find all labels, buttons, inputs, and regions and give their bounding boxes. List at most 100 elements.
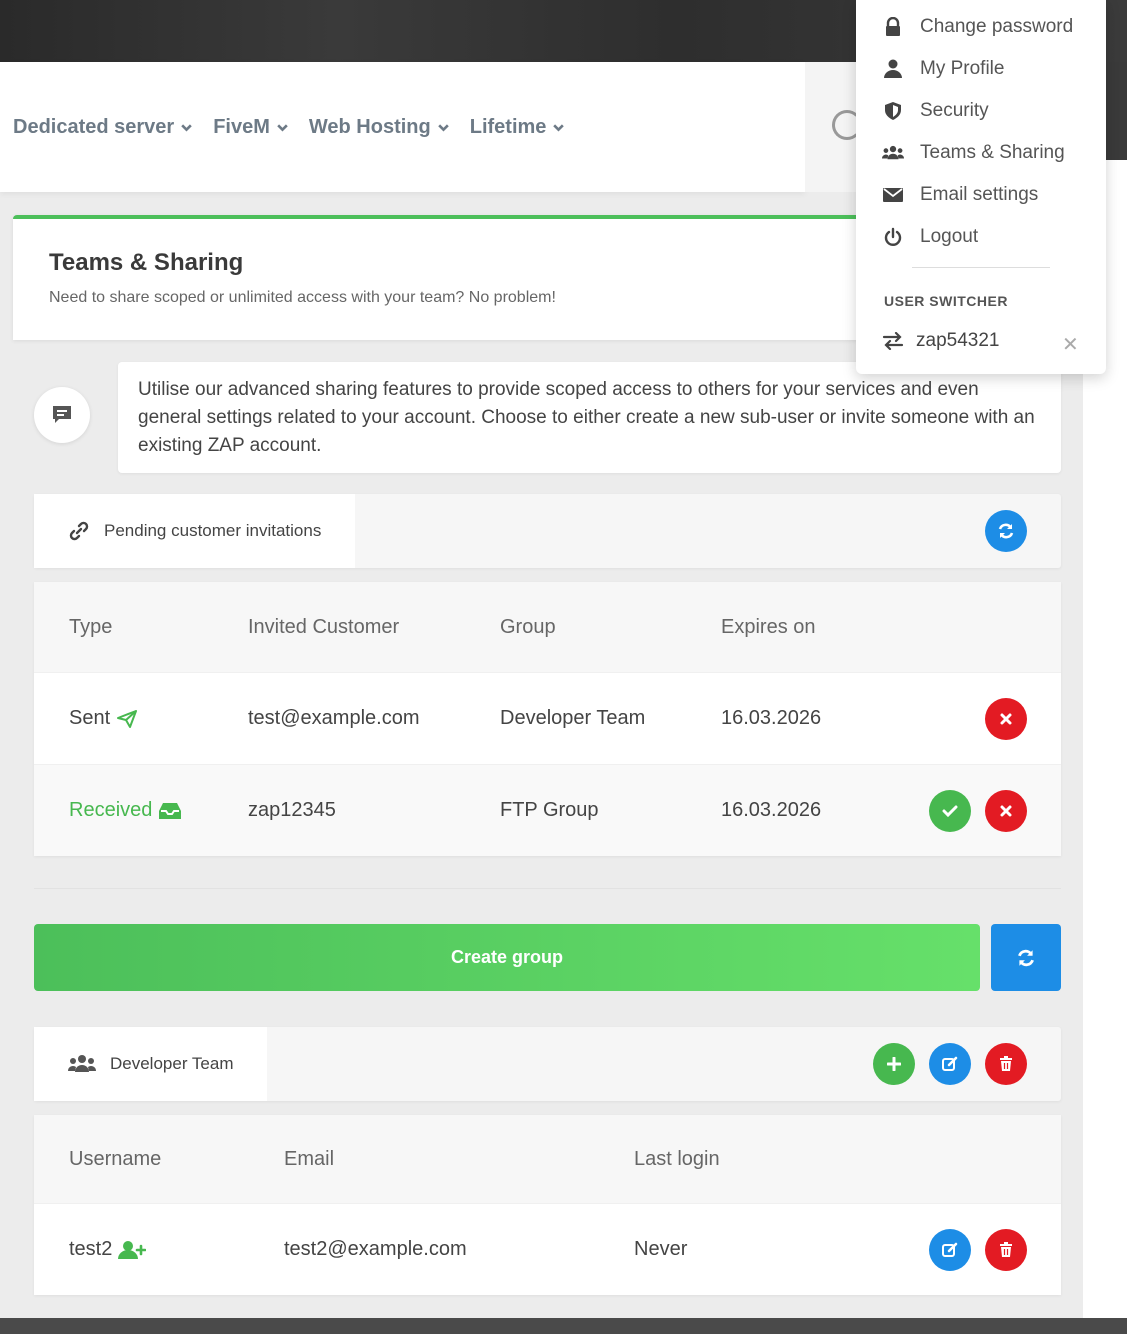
- menu-item-label: Change password: [920, 16, 1074, 37]
- column-header: Last login: [634, 1147, 720, 1170]
- chevron-down-icon: [181, 123, 192, 132]
- column-header: Invited Customer: [248, 615, 400, 638]
- inbox-icon: [159, 802, 182, 819]
- table-row: Sent test@example.com Developer Team 16.…: [34, 672, 1061, 764]
- expires-cell: 16.03.2026: [721, 707, 822, 729]
- user-plus-icon: [118, 1240, 147, 1259]
- main-nav: Dedicated server FiveM Web Hosting Lifet…: [0, 62, 805, 192]
- delete-group-button[interactable]: [985, 1043, 1027, 1085]
- create-group-button[interactable]: Create group: [34, 924, 980, 991]
- menu-item-security[interactable]: Security: [882, 100, 989, 122]
- column-header: Group: [500, 615, 556, 638]
- nav-lifetime[interactable]: Lifetime: [470, 116, 566, 139]
- group-title-box: Developer Team: [34, 1027, 268, 1101]
- column-header: Email: [284, 1147, 335, 1170]
- shield-icon: [882, 101, 904, 121]
- invitations-header: Pending customer invitations: [34, 494, 1061, 568]
- user-menu-dropdown: Change password My Profile Security Team…: [856, 0, 1106, 374]
- column-header: Expires on: [721, 615, 816, 638]
- type-cell: Sent: [69, 673, 138, 764]
- accept-invitation-button[interactable]: [929, 790, 971, 832]
- nav-item-label: Web Hosting: [308, 115, 431, 138]
- username-cell: test2: [69, 1204, 147, 1295]
- refresh-icon: [998, 523, 1014, 539]
- type-cell: Received: [69, 765, 182, 856]
- group-name: Developer Team: [110, 1054, 234, 1073]
- username-label: test2: [69, 1238, 113, 1260]
- menu-divider: [912, 267, 1050, 268]
- plus-icon: [887, 1057, 901, 1071]
- invitations-title: Pending customer invitations: [104, 521, 322, 540]
- users-icon: [68, 1055, 96, 1072]
- refresh-groups-button[interactable]: [991, 924, 1061, 991]
- check-icon: [942, 805, 958, 818]
- close-icon: [1000, 713, 1012, 725]
- paper-plane-icon: [117, 709, 138, 728]
- invitations-table: Type Invited Customer Group Expires on S…: [34, 582, 1061, 856]
- menu-item-logout[interactable]: Logout: [882, 226, 978, 248]
- menu-item-label: Security: [920, 100, 989, 121]
- customer-cell: test@example.com: [248, 707, 420, 729]
- nav-item-label: FiveM: [213, 115, 270, 138]
- table-header: Type Invited Customer Group Expires on: [34, 582, 1061, 672]
- last-login-cell: Never: [634, 1238, 688, 1260]
- user-switcher-heading: USER SWITCHER: [884, 293, 1008, 309]
- trash-icon: [1000, 1242, 1012, 1257]
- chevron-down-icon: [277, 123, 288, 132]
- users-icon: [882, 144, 904, 162]
- power-icon: [882, 227, 904, 247]
- user-icon: [882, 59, 904, 79]
- table-row: test2 test2@example.com Never: [34, 1203, 1061, 1295]
- chevron-down-icon: [437, 123, 449, 132]
- menu-item-label: My Profile: [920, 58, 1005, 79]
- edit-group-button[interactable]: [929, 1043, 971, 1085]
- menu-item-label: Email settings: [920, 184, 1039, 205]
- refresh-icon: [1018, 949, 1034, 966]
- group-cell: Developer Team: [500, 707, 646, 729]
- chevron-down-icon: [553, 123, 565, 132]
- info-text: Utilise our advanced sharing features to…: [118, 362, 1061, 473]
- expires-cell: 16.03.2026: [721, 799, 822, 821]
- column-header: Type: [69, 615, 113, 638]
- cancel-invitation-button[interactable]: [985, 698, 1027, 740]
- comment-icon: [53, 406, 71, 423]
- column-header: Username: [69, 1147, 162, 1170]
- refresh-invitations-button[interactable]: [985, 510, 1027, 552]
- divider: [34, 888, 1061, 889]
- menu-item-teams-sharing[interactable]: Teams & Sharing: [882, 142, 1065, 164]
- edit-icon: [942, 1056, 958, 1071]
- trash-icon: [1000, 1056, 1012, 1071]
- nav-fivem[interactable]: FiveM: [213, 116, 289, 139]
- close-icon: [1000, 805, 1012, 817]
- lock-icon: [882, 17, 904, 37]
- delete-member-button[interactable]: [985, 1229, 1027, 1271]
- email-cell: test2@example.com: [284, 1238, 467, 1260]
- info-bubble: [34, 387, 90, 443]
- group-header: Developer Team: [34, 1027, 1061, 1101]
- nav-web-hosting[interactable]: Web Hosting: [309, 116, 450, 139]
- switch-user-label: zap54321: [916, 330, 1000, 351]
- menu-item-my-profile[interactable]: My Profile: [882, 58, 1004, 80]
- menu-item-label: Logout: [920, 226, 979, 247]
- menu-item-email-settings[interactable]: Email settings: [882, 184, 1038, 206]
- menu-item-label: Teams & Sharing: [920, 142, 1065, 163]
- edit-member-button[interactable]: [929, 1229, 971, 1271]
- nav-item-label: Lifetime: [469, 115, 547, 138]
- close-icon[interactable]: ✕: [1062, 332, 1079, 357]
- decline-invitation-button[interactable]: [985, 790, 1027, 832]
- nav-dedicated-server[interactable]: Dedicated server: [13, 116, 193, 139]
- add-member-button[interactable]: [873, 1043, 915, 1085]
- table-header: Username Email Last login: [34, 1115, 1061, 1203]
- invitations-title-box: Pending customer invitations: [34, 494, 356, 568]
- nav-item-label: Dedicated server: [13, 115, 175, 138]
- customer-cell: zap12345: [248, 799, 336, 821]
- exchange-icon: [882, 332, 904, 350]
- type-label: Received: [69, 799, 153, 821]
- right-edge: [1105, 62, 1127, 160]
- switch-user-item[interactable]: zap54321: [882, 330, 999, 352]
- edit-icon: [942, 1242, 958, 1257]
- menu-item-change-password[interactable]: Change password: [882, 16, 1073, 38]
- group-cell: FTP Group: [500, 799, 599, 821]
- link-icon: [69, 521, 89, 541]
- table-row: Received zap12345 FTP Group 16.03.2026: [34, 764, 1061, 856]
